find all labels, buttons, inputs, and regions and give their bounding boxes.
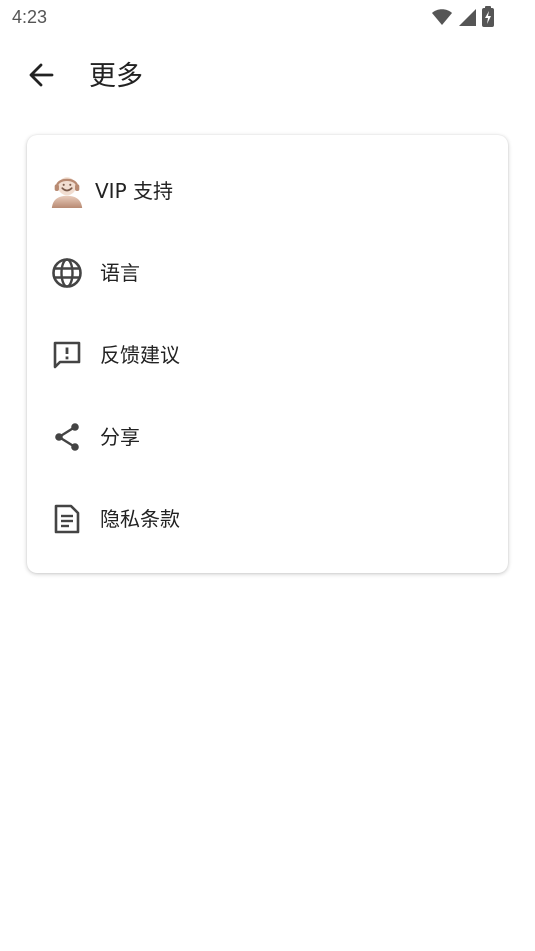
page-title: 更多	[89, 61, 143, 92]
menu-item-label: 隐私条款	[100, 507, 180, 531]
feedback-icon	[49, 337, 85, 373]
menu-item-label: 语言	[100, 261, 140, 285]
menu-item-feedback[interactable]: 反馈建议	[27, 314, 508, 396]
wifi-icon	[431, 7, 453, 27]
menu-item-label: VIP 支持	[95, 179, 173, 203]
menu-item-label: 反馈建议	[100, 343, 180, 367]
share-icon	[49, 419, 85, 455]
vip-support-agent-icon	[49, 173, 85, 209]
app-bar: 更多	[0, 44, 535, 110]
menu-item-label: 分享	[100, 425, 140, 449]
status-time: 4:23	[12, 7, 48, 27]
menu-item-vip-support[interactable]: VIP 支持	[27, 150, 508, 232]
menu-item-language[interactable]: 语言	[27, 232, 508, 314]
status-icons	[431, 6, 495, 28]
globe-icon	[49, 255, 85, 291]
menu-card: VIP 支持 语言 反馈建议 分享 隐私条款	[27, 135, 508, 573]
status-bar: 4:23	[0, 0, 535, 36]
battery-charging-icon	[481, 6, 495, 28]
back-button[interactable]	[20, 56, 62, 98]
menu-item-privacy-policy[interactable]: 隐私条款	[27, 478, 508, 560]
signal-icon	[457, 7, 477, 27]
document-icon	[49, 501, 85, 537]
menu-item-share[interactable]: 分享	[27, 396, 508, 478]
arrow-left-icon	[27, 61, 55, 93]
